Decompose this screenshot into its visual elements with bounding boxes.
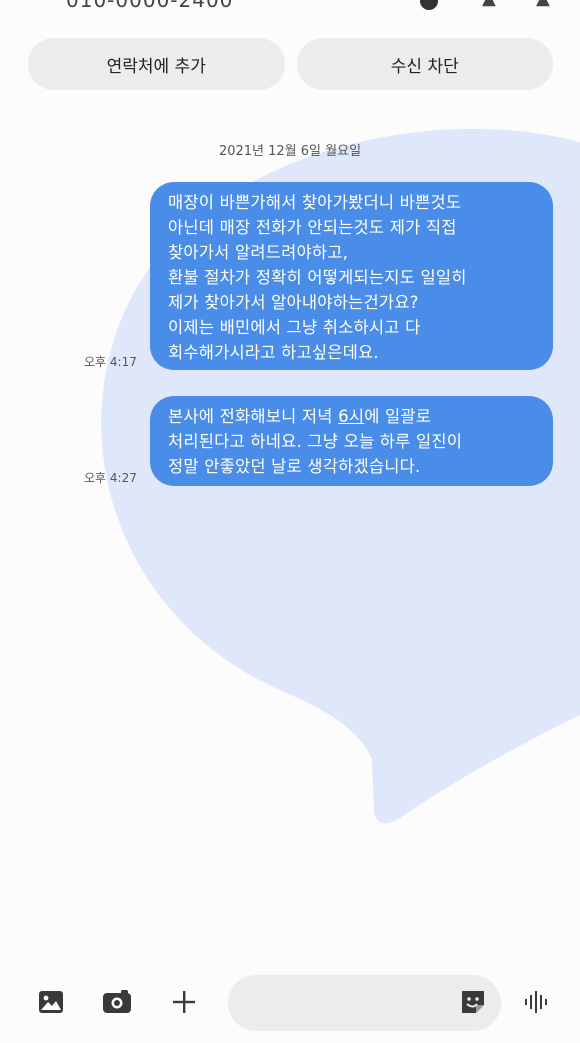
time-link[interactable]: 6시 <box>338 407 364 426</box>
message-line: 매장이 바쁜가해서 찾아가봤더니 바쁜것도 <box>168 193 462 212</box>
sticker-icon[interactable] <box>458 987 490 1019</box>
message-bubble[interactable]: 매장이 바쁜가해서 찾아가봤더니 바쁜것도 아닌데 매장 전화가 안되는것도 제… <box>150 182 553 370</box>
message-line: 처리된다고 하네요. 그냥 오늘 하루 일진이 <box>168 432 463 451</box>
message-line: 회수해가시라고 하고싶은데요. <box>168 343 379 362</box>
message-time: 오후 4:27 <box>84 471 137 485</box>
date-divider: 2021년 12월 6일 월요일 <box>218 144 362 159</box>
message-text: 본사에 전화해보니 저녁 <box>168 407 339 426</box>
add-contact-button[interactable]: 연락처에 추가 <box>28 38 285 90</box>
message-line: 본사에 전화해보니 저녁 6시에 일괄로 <box>168 404 535 429</box>
message-line: 정말 안좋았던 날로 생각하겠습니다. <box>168 457 421 476</box>
message-line: 제가 찾아가서 알아내야하는건가요? <box>168 293 419 312</box>
signal-icon: ▲ <box>482 0 496 9</box>
camera-icon[interactable] <box>100 985 134 1019</box>
battery-icon: ▲ <box>536 0 550 9</box>
message-line: 찾아가서 알려드려야하고, <box>168 243 349 262</box>
block-sender-button[interactable]: 수신 차단 <box>296 38 553 90</box>
status-bar-text: 010-0000-2400 <box>66 0 234 12</box>
status-bar: 010-0000-2400 ▲ ▲ <box>0 0 580 12</box>
contact-action-row: 연락처에 추가 수신 차단 <box>28 38 553 90</box>
gallery-icon[interactable] <box>34 985 68 1019</box>
status-dot-icon <box>420 0 438 10</box>
plus-icon[interactable] <box>167 985 201 1019</box>
message-line: 이제는 배민에서 그냥 취소하시고 다 <box>168 318 421 337</box>
message-bubble[interactable]: 본사에 전화해보니 저녁 6시에 일괄로 처리된다고 하네요. 그냥 오늘 하루… <box>150 396 553 486</box>
message-text: 에 일괄로 <box>364 407 432 426</box>
message-line: 환불 절차가 정확히 어떻게되는지도 일일히 <box>168 268 467 287</box>
voice-icon[interactable] <box>520 985 554 1019</box>
message-time: 오후 4:17 <box>84 355 137 369</box>
composer-bar <box>0 975 580 1031</box>
message-line: 아닌데 매장 전화가 안되는것도 제가 직접 <box>168 218 457 237</box>
